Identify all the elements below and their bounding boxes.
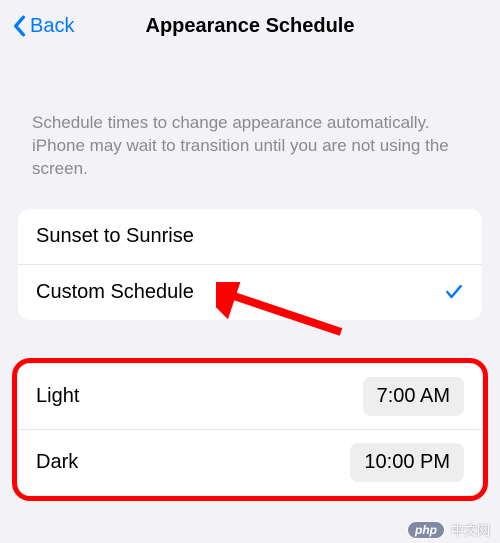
dark-time-row[interactable]: Dark 10:00 PM <box>18 429 482 495</box>
custom-times-group: Light 7:00 AM Dark 10:00 PM <box>18 364 482 495</box>
light-time-value[interactable]: 7:00 AM <box>363 377 464 416</box>
light-label: Light <box>36 385 79 408</box>
option-custom-schedule[interactable]: Custom Schedule <box>18 264 482 320</box>
light-time-row[interactable]: Light 7:00 AM <box>18 364 482 429</box>
option-label: Custom Schedule <box>36 281 194 304</box>
checkmark-icon <box>444 282 464 302</box>
page-title: Appearance Schedule <box>146 15 355 38</box>
watermark-text: 中文网 <box>451 520 490 539</box>
schedule-options-group: Sunset to Sunrise Custom Schedule <box>18 209 482 320</box>
back-button[interactable]: Back <box>0 15 74 38</box>
option-label: Sunset to Sunrise <box>36 225 194 248</box>
back-label: Back <box>30 15 74 38</box>
option-sunset-to-sunrise[interactable]: Sunset to Sunrise <box>18 209 482 264</box>
watermark: php 中文网 <box>407 520 490 539</box>
dark-time-value[interactable]: 10:00 PM <box>350 443 464 482</box>
dark-label: Dark <box>36 451 78 474</box>
navigation-bar: Back Appearance Schedule <box>0 0 500 52</box>
chevron-left-icon <box>12 15 26 37</box>
section-description: Schedule times to change appearance auto… <box>0 52 500 199</box>
watermark-badge: php <box>407 521 445 539</box>
